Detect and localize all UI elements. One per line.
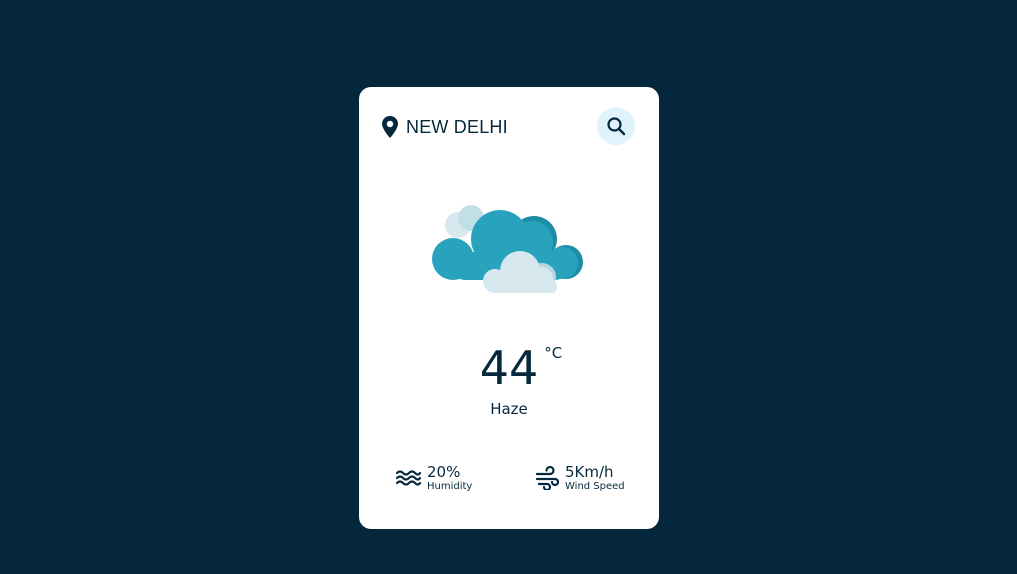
search-button[interactable] bbox=[597, 107, 635, 145]
map-pin-icon bbox=[382, 116, 398, 138]
temperature-unit: °C bbox=[544, 344, 563, 362]
wind-value: 5Km/h bbox=[565, 463, 614, 481]
wind-icon bbox=[536, 466, 559, 490]
humidity-label: Humidity bbox=[427, 481, 473, 492]
humidity-value: 20% bbox=[427, 463, 461, 481]
weather-card: NEW DELHI 44 °C Haze 20% Humidity 5Km/h … bbox=[359, 87, 659, 529]
location: NEW DELHI bbox=[380, 115, 508, 139]
search-icon bbox=[607, 117, 626, 136]
wind-label: Wind Speed bbox=[565, 481, 625, 492]
temperature-number: 44 bbox=[479, 341, 539, 395]
weather-description: Haze bbox=[490, 400, 528, 418]
city-name: NEW DELHI bbox=[406, 116, 508, 137]
temperature-value: 44 °C bbox=[480, 345, 563, 391]
wind-stat: 5Km/h Wind Speed bbox=[536, 463, 625, 493]
cloud-icon bbox=[432, 205, 583, 293]
temperature-display: 44 °C bbox=[359, 345, 659, 391]
waves-icon bbox=[396, 470, 421, 486]
humidity-stat: 20% Humidity bbox=[396, 463, 472, 493]
